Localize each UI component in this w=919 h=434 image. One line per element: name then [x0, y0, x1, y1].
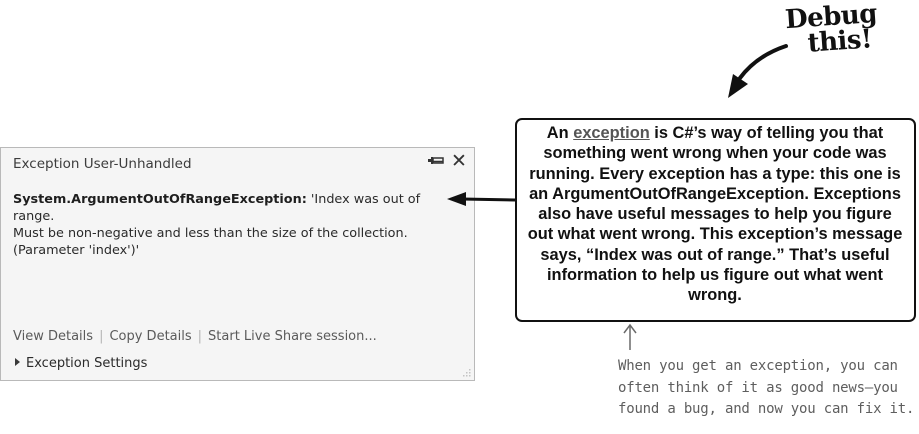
callout-body: is C#’s way of telling you that somethin…	[527, 124, 903, 305]
debug-arrow	[728, 44, 788, 98]
callout-arrow	[447, 192, 516, 206]
note-pointer-arrow	[623, 323, 637, 350]
debug-this-note: Debug this!	[784, 0, 879, 59]
callout-text: An exception is C#’s way of telling you …	[525, 123, 905, 306]
exception-term: exception	[573, 124, 650, 142]
callout-prefix: An	[546, 124, 574, 142]
note-line-1: When you get an exception, you can	[618, 358, 898, 374]
good-news-note: When you get an exception, you can often…	[618, 356, 918, 421]
note-line-3: found a bug, and now you can fix it.	[618, 401, 915, 417]
note-line-2: often think of it as good news—you	[618, 379, 898, 396]
explanation-callout: An exception is C#’s way of telling you …	[515, 118, 916, 322]
debug-note-line-2: this!	[806, 24, 873, 59]
